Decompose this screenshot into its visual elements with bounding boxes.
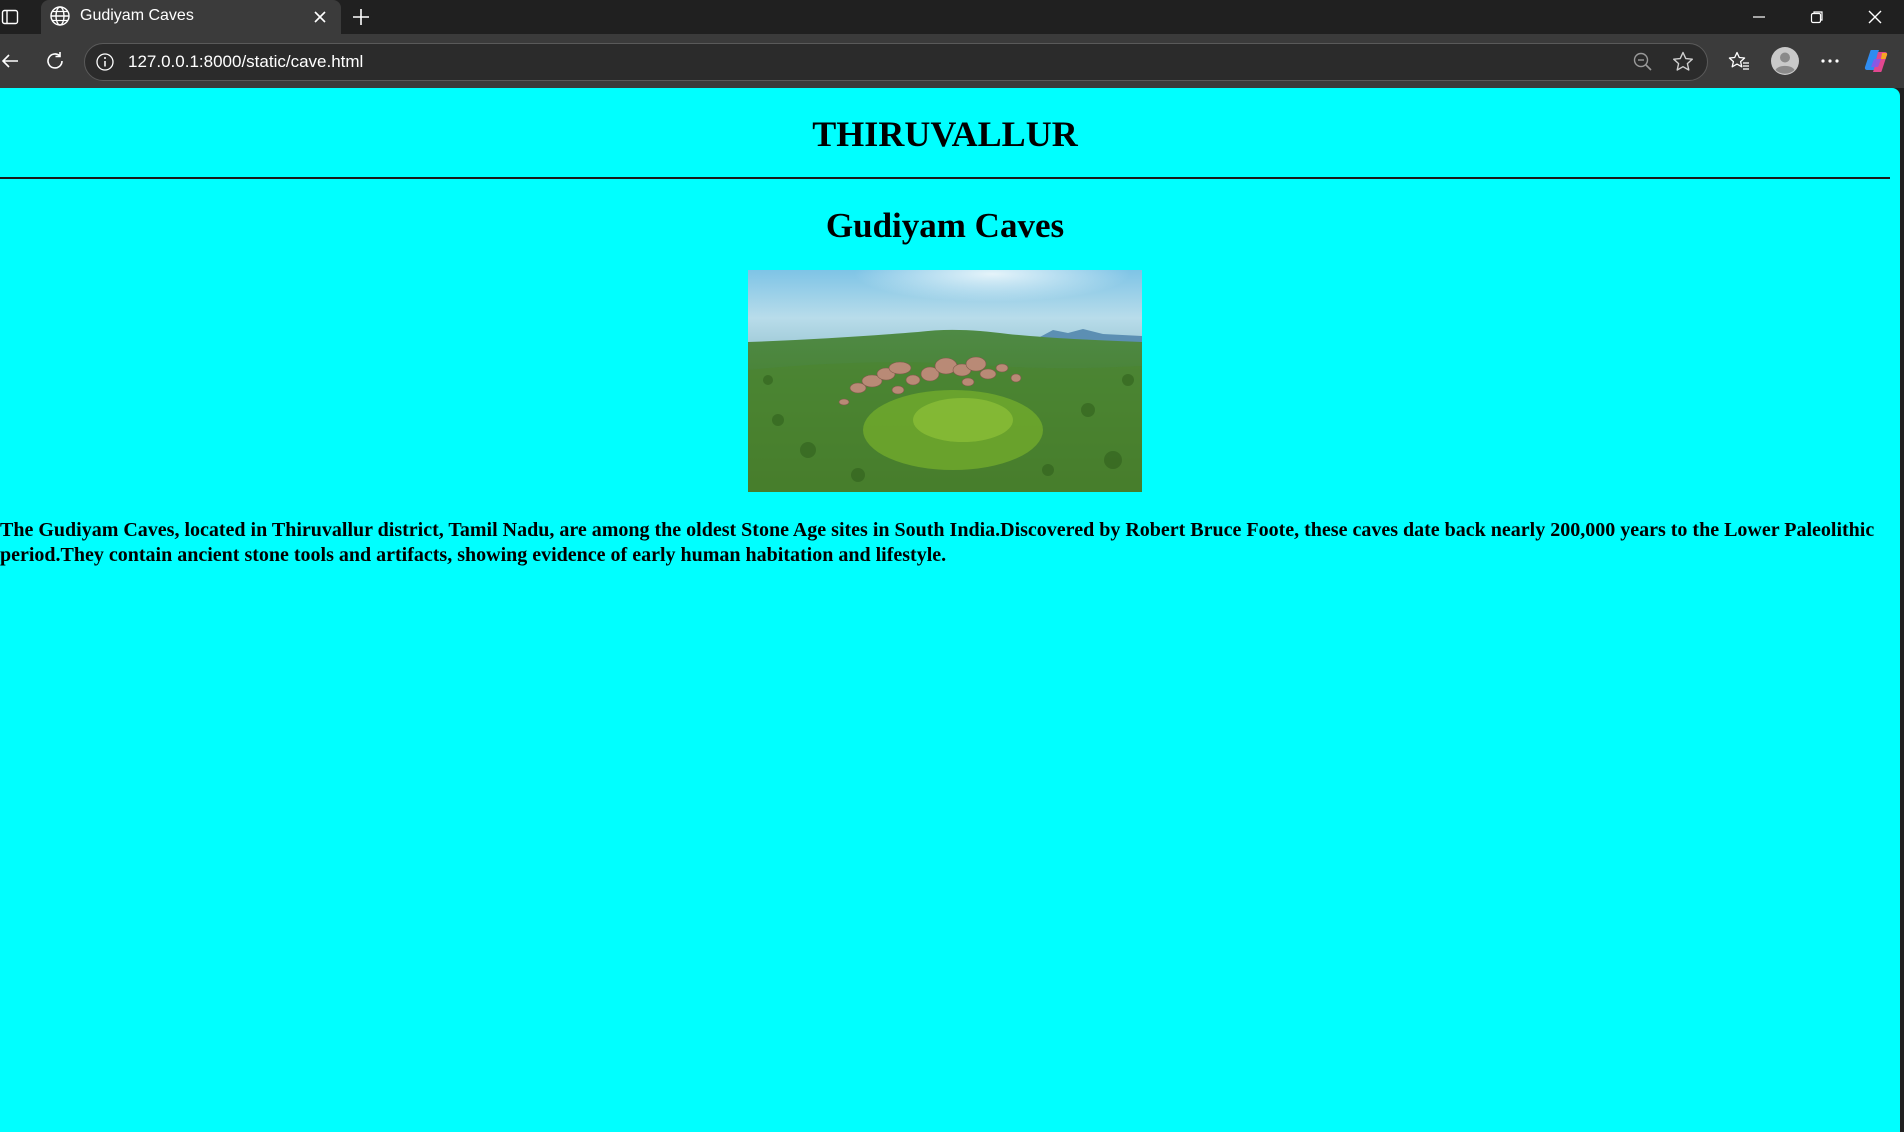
globe-icon	[49, 5, 71, 32]
reload-icon[interactable]	[39, 45, 71, 77]
horizontal-rule	[0, 177, 1890, 179]
favorites-icon[interactable]	[1723, 45, 1755, 77]
browser-tab[interactable]: Gudiyam Caves	[41, 0, 341, 34]
minimize-icon[interactable]	[1730, 0, 1788, 34]
profile-icon[interactable]	[1769, 45, 1801, 77]
plus-icon[interactable]	[348, 4, 374, 30]
close-icon[interactable]	[1846, 0, 1904, 34]
close-icon[interactable]	[309, 6, 331, 28]
section-heading: Gudiyam Caves	[825, 206, 1065, 245]
zoom-out-icon[interactable]	[1631, 50, 1655, 79]
tab-strip: Gudiyam Caves	[0, 0, 1904, 34]
sidebar-toggle-icon[interactable]	[0, 6, 20, 28]
description-paragraph: The Gudiyam Caves, located in Thiruvallu…	[0, 519, 1875, 566]
back-icon[interactable]	[0, 45, 26, 77]
page-viewport: THIRUVALLUR Gudiyam Caves The Gudiyam Ca…	[0, 88, 1900, 1132]
address-bar[interactable]: 127.0.0.1:8000/static/cave.html	[84, 43, 1708, 81]
restore-icon[interactable]	[1788, 0, 1846, 34]
copilot-icon[interactable]	[1860, 45, 1892, 77]
star-icon[interactable]	[1671, 50, 1695, 79]
info-icon[interactable]	[95, 52, 115, 77]
url-text[interactable]: 127.0.0.1:8000/static/cave.html	[128, 52, 363, 72]
tab-title: Gudiyam Caves	[80, 7, 194, 24]
cave-landscape-image	[748, 270, 1142, 492]
browser-toolbar: 127.0.0.1:8000/static/cave.html	[0, 34, 1904, 88]
more-icon[interactable]	[1814, 45, 1846, 77]
page-title: THIRUVALLUR	[812, 114, 1078, 154]
